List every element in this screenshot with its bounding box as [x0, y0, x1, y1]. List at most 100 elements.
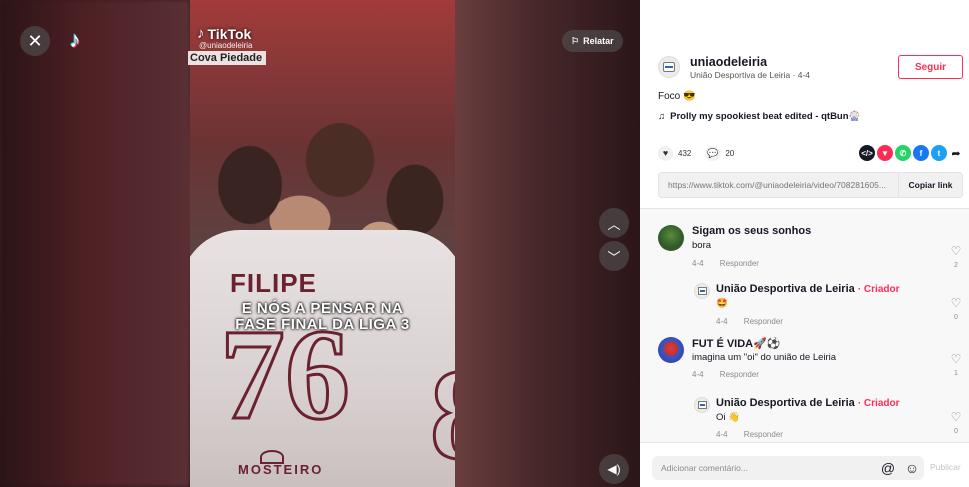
chevron-up-icon: ︿ — [607, 216, 621, 232]
comments-list[interactable]: Sigam os seus sonhos bora 4-4 Responder … — [640, 209, 969, 442]
reply-author-name[interactable]: União Desportiva de Leiria — [716, 397, 855, 409]
flag-icon: ⚐ — [571, 35, 580, 46]
follow-button[interactable]: Seguir — [898, 55, 963, 79]
comment-meta: 4-4 Responder — [692, 370, 773, 379]
reply-text: Oi 👋 — [716, 412, 740, 423]
comment-like[interactable]: ♡ 1 — [949, 353, 963, 377]
watermark-brand: TikTok — [207, 25, 252, 42]
author-subtitle: União Desportiva de Leiria · 4-4 — [690, 69, 811, 80]
jersey-number-partial: 8 — [429, 349, 456, 482]
reply-item: União Desportiva de Leiria · Criador 🤩 4… — [692, 283, 963, 331]
video-blur-background-left — [0, 0, 190, 487]
creator-badge: · Criador — [857, 284, 900, 295]
copy-link-box: https://www.tiktok.com/@uniaodeleiria/vi… — [658, 172, 963, 198]
reply-like[interactable]: ♡ 0 — [949, 411, 963, 435]
tiktok-logo-icon[interactable]: ♪ — [63, 26, 87, 54]
comment-avatar[interactable] — [658, 337, 684, 363]
comment-icon[interactable]: 💬 — [705, 145, 721, 161]
reply-button[interactable]: Responder — [744, 317, 783, 326]
author-username[interactable]: uniaodeleiria — [690, 55, 898, 69]
reply-date: 4-4 — [716, 317, 728, 326]
reply-author-name[interactable]: União Desportiva de Leiria — [716, 283, 855, 295]
like-stat[interactable]: ♥ 432 — [658, 145, 692, 161]
reply-avatar[interactable] — [694, 283, 710, 299]
heart-outline-icon[interactable]: ♡ — [949, 353, 963, 365]
share-icons: </> ▼ ✆ f t ➦ — [859, 145, 963, 161]
music-note-icon: ♫ — [658, 111, 666, 122]
close-icon: ✕ — [27, 30, 43, 51]
comment-text: bora — [692, 240, 712, 251]
details-panel: uniaodeleiria União Desportiva de Leiria… — [640, 0, 969, 487]
video-caption-line-2: FASE FINAL DA LIGA 3 — [235, 316, 410, 333]
publish-button[interactable]: Publicar — [930, 462, 961, 472]
heart-outline-icon[interactable]: ♡ — [949, 411, 963, 423]
actions-row: ♥ 432 💬 20 </> ▼ ✆ f t ➦ — [658, 145, 963, 161]
like-count: 432 — [678, 148, 692, 158]
comment-input-box[interactable]: @ ☺ — [652, 456, 924, 480]
twitter-icon[interactable]: t — [931, 145, 947, 161]
previous-video-button[interactable]: ︿ — [599, 208, 629, 238]
report-label: Relatar — [583, 36, 614, 46]
reply-like-count: 0 — [954, 314, 958, 321]
reply-meta: 4-4 Responder — [716, 317, 797, 326]
next-video-button[interactable]: ﹀ — [599, 241, 629, 271]
copy-link-button[interactable]: Copiar link — [898, 173, 962, 197]
jersey-sponsor: MOSTEIRO — [238, 462, 324, 477]
comment-like[interactable]: ♡ 2 — [949, 245, 963, 269]
report-button[interactable]: ⚐ Relatar — [562, 30, 623, 52]
music-link[interactable]: ♫ Prolly my spookiest beat edited - qtBu… — [658, 111, 860, 122]
reply-like[interactable]: ♡ 0 — [949, 297, 963, 321]
whatsapp-icon[interactable]: ✆ — [895, 145, 911, 161]
reply-text: 🤩 — [716, 298, 728, 309]
watermark-handle: @uniaodeleiria — [199, 41, 253, 50]
comment-stat[interactable]: 💬 20 — [705, 145, 734, 161]
comment-input[interactable] — [652, 463, 876, 473]
video-frame[interactable]: FILIPE 76 8 E NÓS A PENSAR NA FASE FINAL… — [190, 0, 455, 487]
reply-like-count: 0 — [954, 428, 958, 435]
video-caption-line-1: E NÓS A PENSAR NA — [241, 300, 404, 317]
comment-item: Sigam os seus sonhos bora 4-4 Responder … — [658, 225, 963, 273]
creator-badge: · Criador — [857, 398, 900, 409]
tiktok-watermark: ♪ TikTok @uniaodeleiria — [197, 25, 253, 50]
reply-button[interactable]: Responder — [720, 259, 759, 268]
comment-item: FUT É VIDA🚀⚽ imagina um "oi" do união de… — [658, 337, 963, 385]
comment-avatar[interactable] — [658, 225, 684, 251]
heart-outline-icon[interactable]: ♡ — [949, 245, 963, 257]
post-description: Foco 😎 — [658, 91, 696, 102]
volume-button[interactable]: ◀) — [599, 454, 629, 484]
comment-meta: 4-4 Responder — [692, 259, 773, 268]
chevron-down-icon: ﹀ — [607, 249, 621, 265]
share-arrow-icon[interactable]: ➦ — [949, 145, 963, 161]
reply-button[interactable]: Responder — [720, 370, 759, 379]
video-player[interactable]: FILIPE 76 8 E NÓS A PENSAR NA FASE FINAL… — [0, 0, 640, 487]
comment-like-count: 2 — [954, 262, 958, 269]
mention-icon[interactable]: @ — [876, 460, 900, 476]
facebook-icon[interactable]: f — [913, 145, 929, 161]
reply-author[interactable]: União Desportiva de Leiria · Criador — [716, 283, 900, 295]
reply-author[interactable]: União Desportiva de Leiria · Criador — [716, 397, 900, 409]
close-button[interactable]: ✕ — [20, 26, 50, 56]
comment-author[interactable]: Sigam os seus sonhos — [692, 225, 811, 237]
comment-author[interactable]: FUT É VIDA🚀⚽ — [692, 337, 781, 350]
tiktok-watermark-icon: ♪ — [197, 25, 205, 42]
reply-avatar[interactable] — [694, 397, 710, 413]
music-title: Prolly my spookiest beat edited - qtBun🎡 — [670, 111, 861, 122]
reply-button[interactable]: Responder — [744, 430, 783, 439]
reply-item: União Desportiva de Leiria · Criador Oi … — [692, 397, 963, 442]
paper-plane-icon[interactable]: ▼ — [877, 145, 893, 161]
comment-text: imagina um "oi" do união de Leiria — [692, 352, 837, 363]
reply-date: 4-4 — [716, 430, 728, 439]
heart-icon[interactable]: ♥ — [658, 145, 673, 161]
comment-input-bar: @ ☺ Publicar — [640, 442, 969, 487]
reply-meta: 4-4 Responder — [716, 430, 797, 439]
author-header: uniaodeleiria União Desportiva de Leiria… — [658, 52, 963, 82]
volume-icon: ◀) — [607, 462, 621, 476]
video-link-url[interactable]: https://www.tiktok.com/@uniaodeleiria/vi… — [659, 180, 898, 190]
emoji-icon[interactable]: ☺ — [900, 460, 924, 476]
comment-date: 4-4 — [692, 370, 704, 379]
heart-outline-icon[interactable]: ♡ — [949, 297, 963, 309]
author-avatar[interactable] — [658, 56, 680, 78]
comment-like-count: 1 — [954, 370, 958, 377]
jersey-name: FILIPE — [230, 268, 317, 298]
embed-icon[interactable]: </> — [859, 145, 875, 161]
